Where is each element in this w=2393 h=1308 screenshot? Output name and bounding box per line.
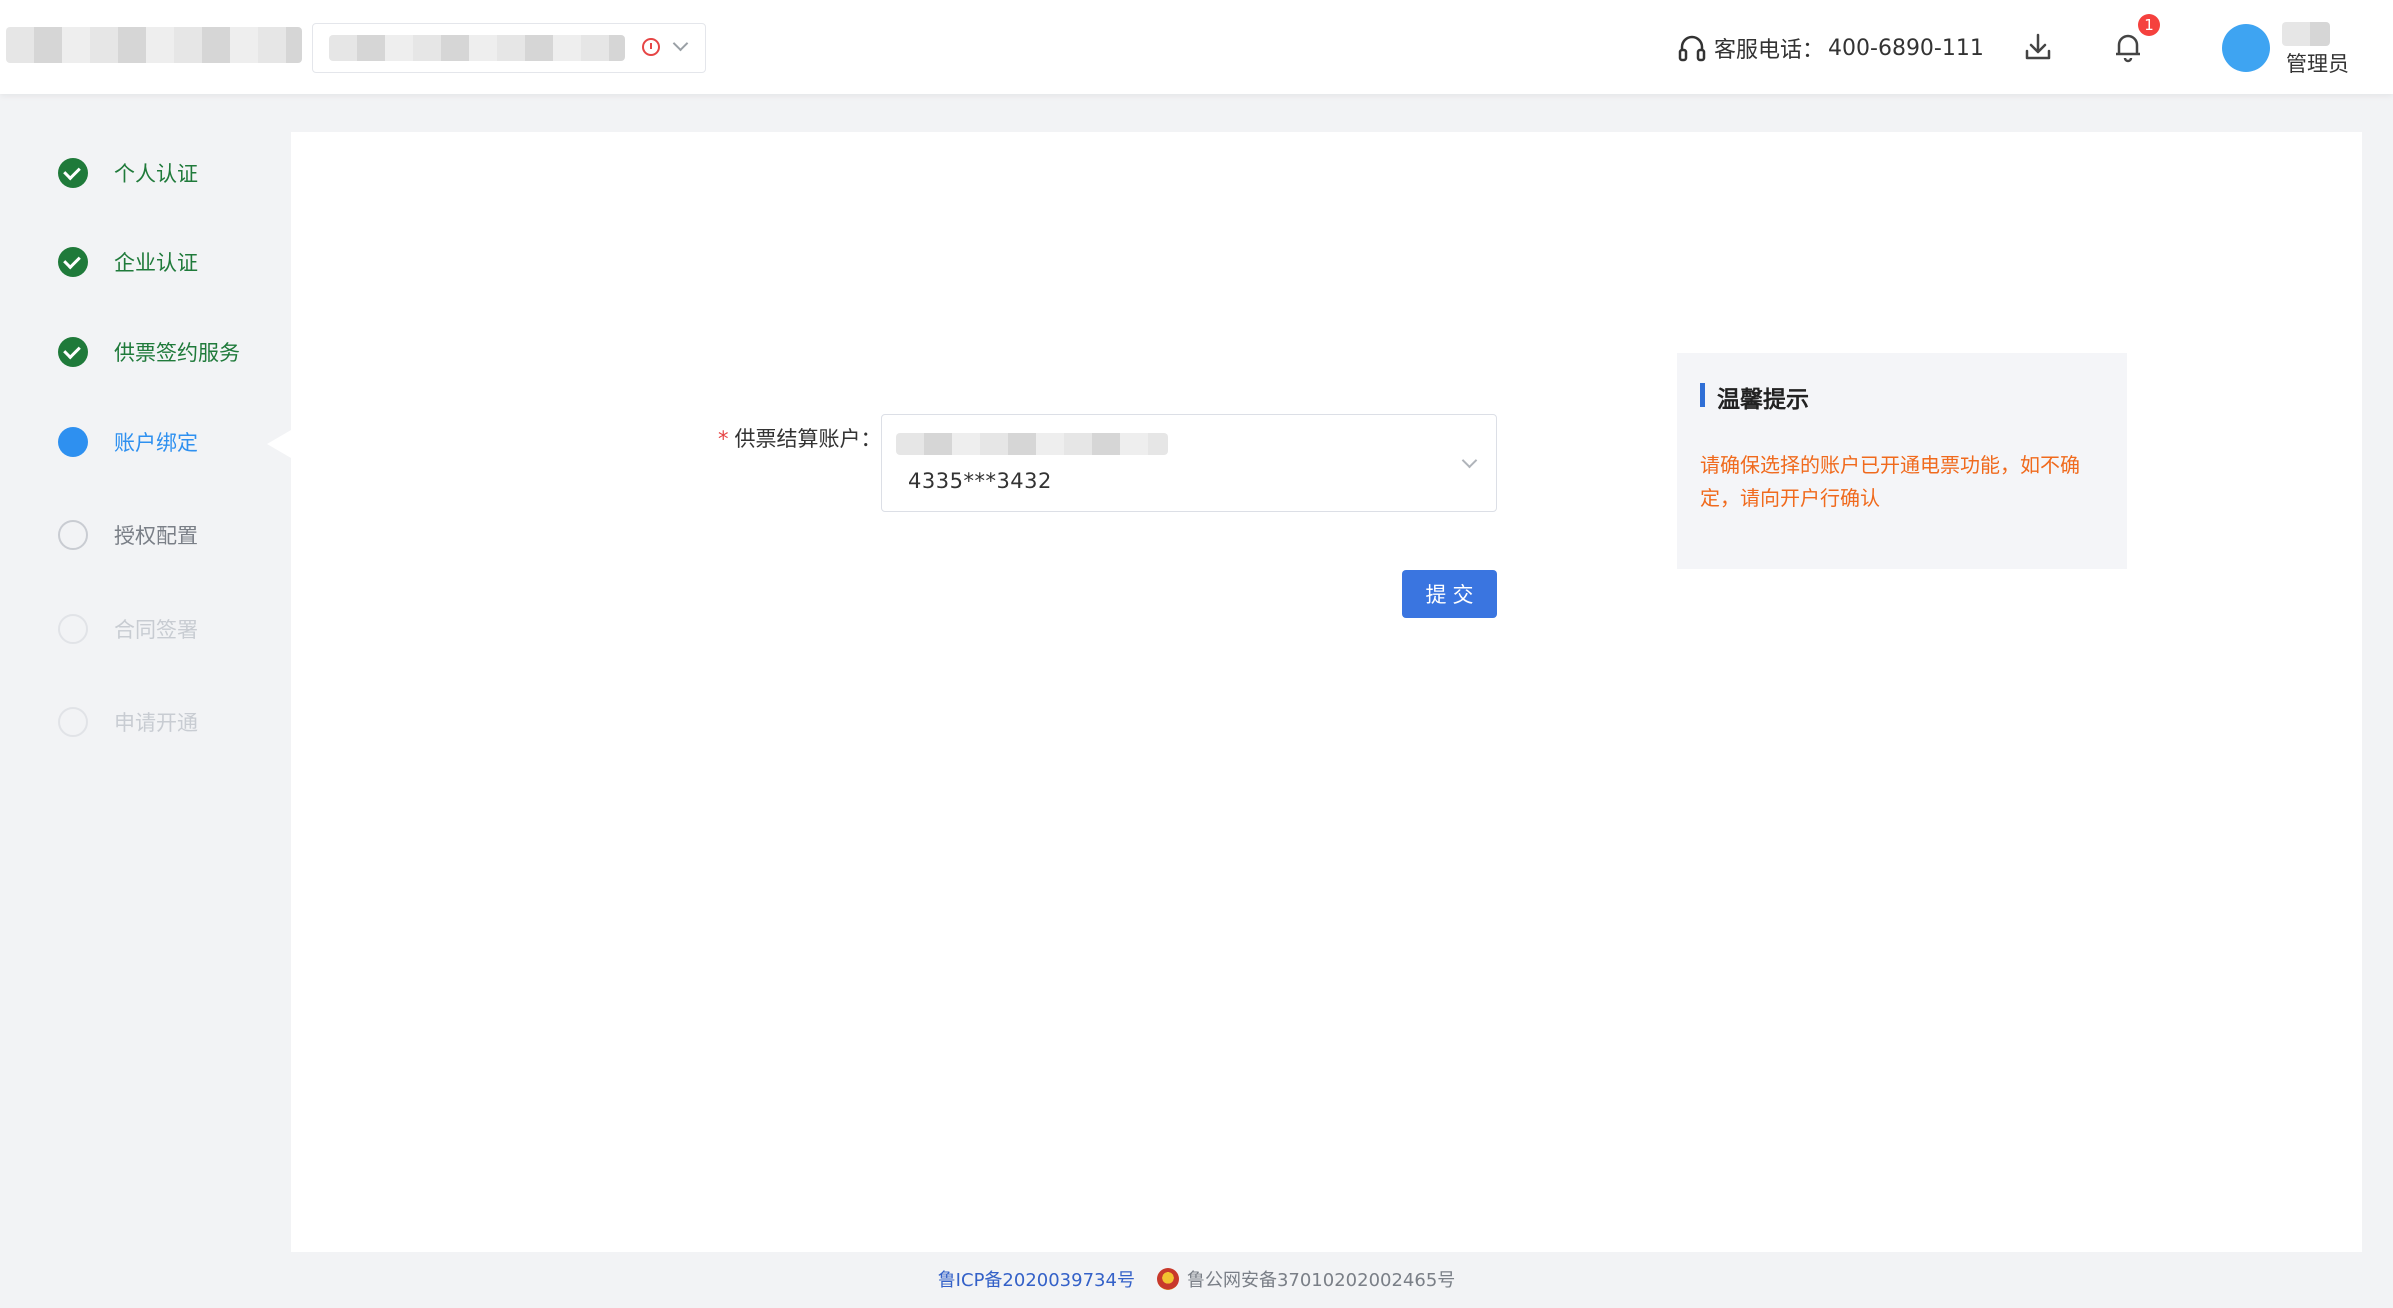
submit-button[interactable]: 提交 <box>1402 570 1497 618</box>
step-label: 申请开通 <box>114 711 198 735</box>
check-icon <box>58 337 88 367</box>
police-badge-icon <box>1156 1268 1179 1290</box>
account-number: 4335***3432 <box>908 469 1052 493</box>
pending-step-icon <box>58 614 88 644</box>
check-icon <box>58 158 88 188</box>
organization-name <box>329 35 625 61</box>
step-personal-auth: 个人认证 <box>58 156 198 190</box>
top-header: 客服电话： 400-6890-111 1 管理员 <box>0 0 2393 94</box>
step-label: 个人认证 <box>114 162 198 186</box>
check-icon <box>58 247 88 277</box>
required-mark: * <box>718 427 729 451</box>
hotline-label: 客服电话： <box>1714 38 1825 63</box>
active-step-pointer <box>267 430 291 458</box>
avatar[interactable] <box>2222 24 2270 72</box>
notification-badge: 1 <box>2138 14 2160 36</box>
pending-step-icon <box>58 707 88 737</box>
step-label: 供票签约服务 <box>114 341 240 365</box>
step-ticket-signing: 供票签约服务 <box>58 335 240 369</box>
organization-select[interactable] <box>312 23 706 73</box>
footer: 鲁ICP备2020039734号 鲁公网安备37010202002465号 <box>0 1262 2393 1296</box>
tip-accent-bar <box>1700 383 1705 407</box>
user-name <box>2282 22 2330 46</box>
step-label: 企业认证 <box>114 251 198 275</box>
alert-icon <box>642 38 660 56</box>
account-field-label: * 供票结算账户： <box>718 423 882 453</box>
step-label: 账户绑定 <box>114 431 198 455</box>
user-role: 管理员 <box>2286 52 2349 76</box>
tip-title: 温馨提示 <box>1717 387 1809 413</box>
step-label: 授权配置 <box>114 524 198 548</box>
progress-steps: 个人认证 企业认证 供票签约服务 账户绑定 授权配置 合同签署 申请开通 <box>0 94 290 1254</box>
step-apply-activation: 申请开通 <box>58 705 198 739</box>
settlement-account-select[interactable]: 4335***3432 <box>881 414 1497 512</box>
hotline-number: 400-6890-111 <box>1828 35 1984 61</box>
active-step-icon <box>58 427 88 457</box>
account-label-text: 供票结算账户： <box>734 427 882 451</box>
step-enterprise-auth: 企业认证 <box>58 245 198 279</box>
step-authorization-config: 授权配置 <box>58 518 198 552</box>
tip-panel: 温馨提示 请确保选择的账户已开通电票功能，如不确定，请向开户行确认 <box>1677 353 2127 569</box>
main-card: * 供票结算账户： 4335***3432 提交 温馨提示 请确保选择的账户已开通… <box>291 132 2362 1252</box>
download-icon[interactable] <box>2018 27 2058 67</box>
account-bank-name <box>896 433 1168 455</box>
police-record-link[interactable]: 鲁公网安备37010202002465号 <box>1187 1266 1455 1292</box>
headset-icon <box>1678 35 1706 62</box>
chevron-down-icon <box>672 35 689 52</box>
pending-step-icon <box>58 520 88 550</box>
chevron-down-icon <box>1461 452 1478 469</box>
step-label: 合同签署 <box>114 618 198 642</box>
icp-link[interactable]: 鲁ICP备2020039734号 <box>938 1266 1135 1292</box>
tip-text: 请确保选择的账户已开通电票功能，如不确定，请向开户行确认 <box>1700 453 2080 510</box>
customer-service-hotline: 客服电话： 400-6890-111 <box>1678 30 1984 66</box>
step-contract-signing: 合同签署 <box>58 612 198 646</box>
company-logo <box>6 27 302 63</box>
step-account-binding: 账户绑定 <box>58 425 198 459</box>
